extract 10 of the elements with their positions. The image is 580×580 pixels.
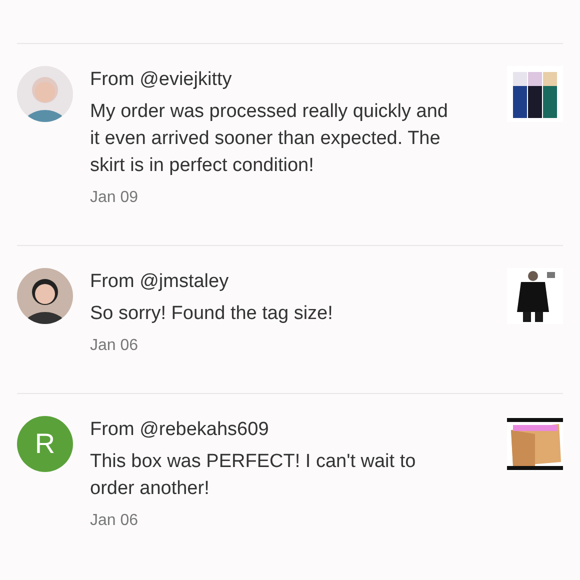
review-text: So sorry! Found the tag size! [90, 302, 334, 326]
review-date: Jan 06 [90, 511, 140, 531]
avatar-initial: R [34, 427, 56, 461]
reviewer-name: From @jmstaley [90, 270, 230, 294]
review-text: This box was PERFECT! I can't wait to order another! [90, 450, 417, 501]
review-date: Jan 09 [90, 188, 140, 208]
review-text: My order was processed really quickly and it even arrived sooner than expected. The skirt is in perfect condition! [90, 100, 449, 178]
reviewer-name: From @rebekahs609 [90, 418, 270, 442]
reviewer-name: From @eviejkitty [90, 68, 233, 92]
review-date: Jan 06 [90, 336, 140, 356]
